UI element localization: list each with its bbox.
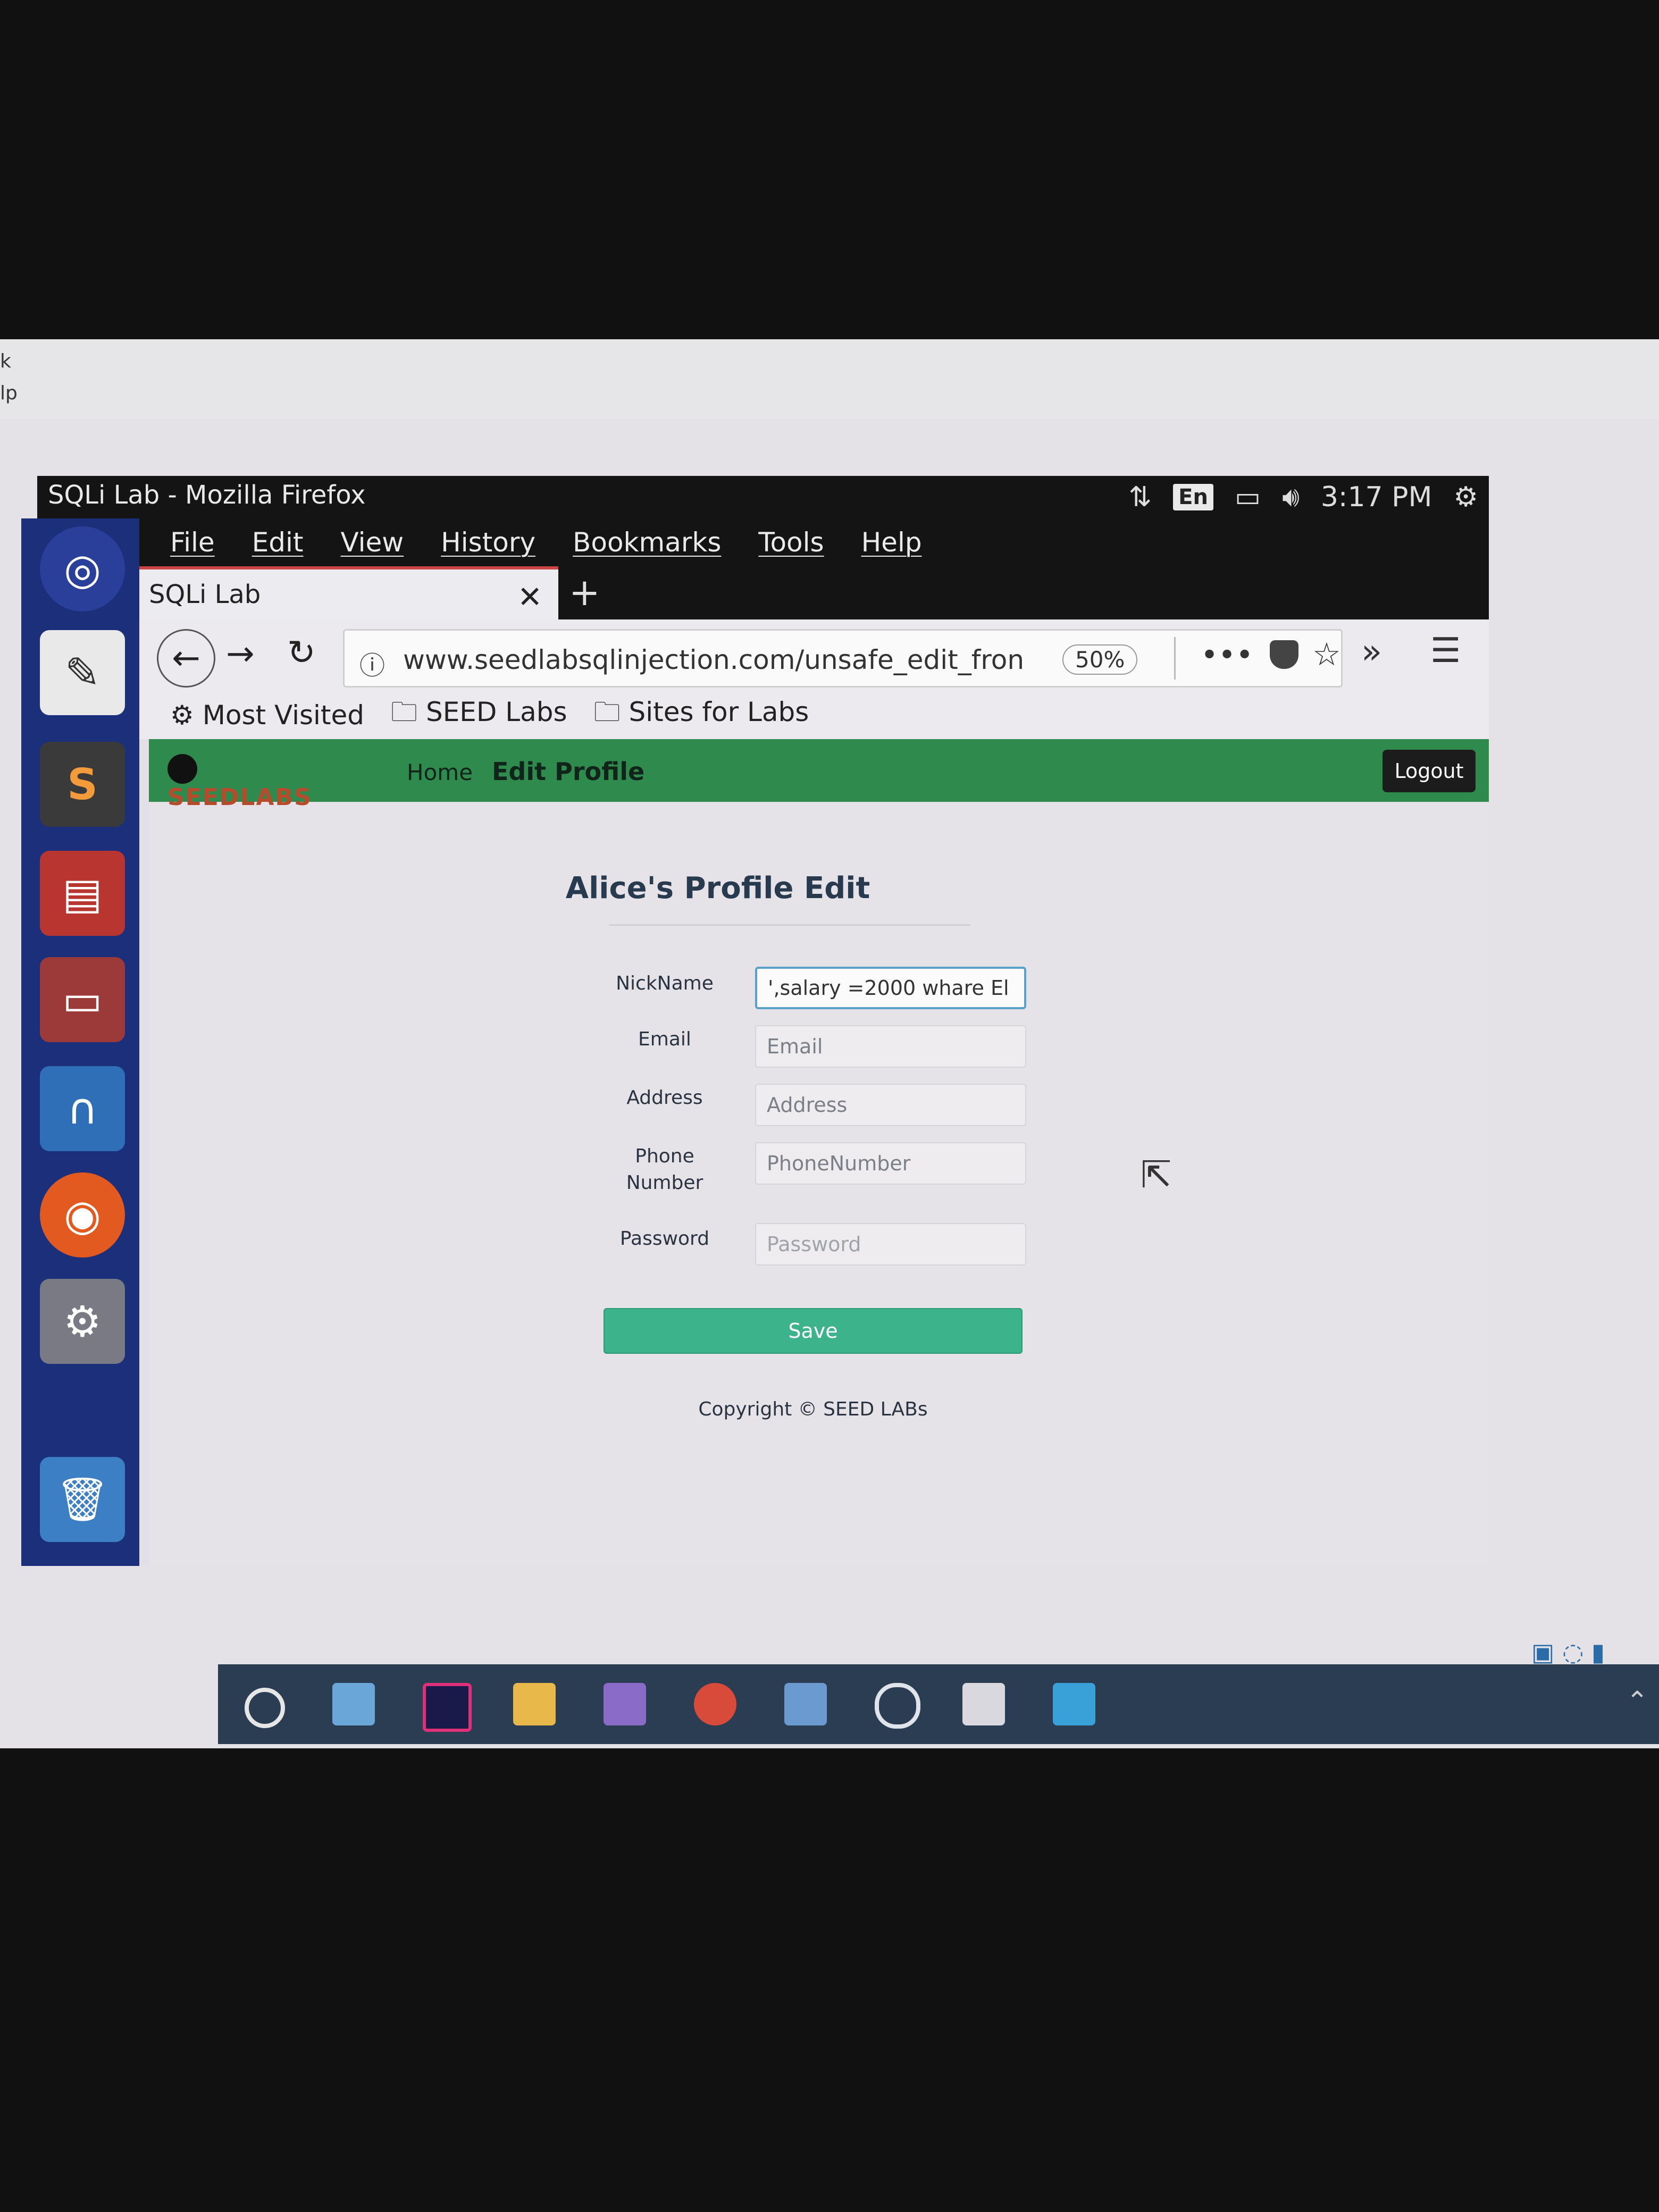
host-window-strip: [0, 339, 1659, 419]
address-input[interactable]: Address: [755, 1084, 1026, 1126]
address-label: Address: [626, 1087, 703, 1109]
gear-icon: ⚙: [170, 700, 203, 731]
folder-icon: 🗀: [391, 696, 426, 727]
logo-text: SEEDLABS: [167, 784, 312, 811]
password-label: Password: [619, 1228, 710, 1250]
url-bar-divider: [1174, 637, 1176, 680]
window-title: SQLi Lab - Mozilla Firefox: [48, 480, 366, 510]
volume-icon[interactable]: 🔊︎: [1282, 481, 1300, 514]
menu-edit[interactable]: Edit: [252, 527, 304, 558]
virtualbox-icon[interactable]: [784, 1683, 827, 1725]
tab-strip: SQLi Lab ✕ +: [133, 566, 1489, 619]
sublime-text-icon[interactable]: S: [40, 742, 125, 827]
this-pc-icon[interactable]: [332, 1683, 375, 1725]
close-tab-icon[interactable]: ✕: [517, 580, 542, 615]
text-editor-icon[interactable]: ✎: [40, 630, 125, 715]
menu-help[interactable]: Help: [861, 527, 922, 558]
hamburger-menu-icon[interactable]: ☰: [1430, 631, 1461, 671]
clock[interactable]: 3:17 PM: [1321, 481, 1432, 513]
new-tab-icon[interactable]: +: [569, 571, 600, 614]
battery-icon[interactable]: ▭: [1235, 481, 1261, 513]
file-explorer-icon[interactable]: [513, 1683, 556, 1725]
phone-number-input[interactable]: PhoneNumber: [755, 1142, 1026, 1185]
back-arrow-icon[interactable]: ←: [157, 629, 215, 688]
visual-studio-icon[interactable]: [604, 1683, 646, 1725]
media-player-icon[interactable]: [875, 1683, 920, 1729]
chrome-icon[interactable]: [694, 1683, 736, 1725]
ubuntu-launcher: ◎ ✎ S ▤ ▭ ∩ ◉ ⚙ 🗑︎: [21, 518, 139, 1566]
tab-title: SQLi Lab: [149, 580, 261, 609]
reload-icon[interactable]: ↻: [287, 633, 316, 673]
footer-copyright: Copyright © SEED LABs: [698, 1398, 928, 1420]
nickname-label: NickName: [616, 973, 714, 994]
bookmark-sites-for-labs[interactable]: 🗀 Sites for Labs: [594, 693, 809, 738]
logout-button[interactable]: Logout: [1382, 750, 1476, 792]
pocket-icon[interactable]: [1270, 640, 1298, 669]
menu-bar: File Edit View History Bookmarks Tools H…: [133, 518, 1489, 566]
tool-app-icon[interactable]: [962, 1683, 1005, 1725]
web-page: SEEDLABS Home Edit Profile Logout Alice'…: [149, 739, 1489, 1566]
nav-home-link[interactable]: Home: [407, 759, 473, 785]
photos-icon[interactable]: [1053, 1683, 1095, 1725]
bookmarks-toolbar: ⚙ Most Visited 🗀 SEED Labs 🗀 Sites for L…: [133, 691, 1489, 739]
url-bar[interactable]: ⓘ www.seedlabsqlinjection.com/unsafe_edi…: [343, 629, 1343, 688]
folder-icon: 🗀: [593, 696, 629, 727]
system-settings-icon[interactable]: ⚙: [40, 1279, 125, 1364]
mouse-cursor-icon: ⇱: [1141, 1153, 1172, 1196]
wireshark-icon[interactable]: ∩: [40, 1066, 125, 1151]
system-tray: ⇅ En ▭ 🔊︎ 3:17 PM ⚙: [1129, 476, 1489, 518]
keyboard-language-indicator[interactable]: En: [1173, 484, 1213, 510]
logo-mark-icon: [167, 754, 197, 784]
overflow-chevron-icon[interactable]: »: [1361, 632, 1382, 672]
page-title: Alice's Profile Edit: [565, 871, 870, 906]
page-actions-icon[interactable]: •••: [1201, 638, 1253, 673]
navigation-toolbar: ← → ↻ ⓘ www.seedlabsqlinjection.com/unsa…: [133, 619, 1489, 699]
bookmark-label: Sites for Labs: [629, 696, 809, 727]
password-input[interactable]: Password: [755, 1223, 1026, 1266]
url-text[interactable]: www.seedlabsqlinjection.com/unsafe_edit_…: [403, 644, 1041, 675]
nickname-input[interactable]: ',salary =2000 whare El: [755, 967, 1026, 1009]
cortana-search-icon[interactable]: [245, 1688, 285, 1728]
power-settings-icon[interactable]: ⚙: [1453, 481, 1478, 513]
zoom-level-badge[interactable]: 50%: [1062, 644, 1138, 675]
ubuntu-dash-icon[interactable]: ◎: [40, 526, 125, 611]
save-button[interactable]: Save: [604, 1308, 1023, 1354]
ubuntu-top-bar: SQLi Lab - Mozilla Firefox ⇅ En ▭ 🔊︎ 3:1…: [37, 476, 1489, 518]
host-tray-icons[interactable]: ▣ ◌ ▮: [1531, 1638, 1605, 1666]
email-label: Email: [638, 1028, 691, 1050]
menu-history[interactable]: History: [441, 527, 535, 558]
menu-bookmarks[interactable]: Bookmarks: [573, 527, 721, 558]
forward-arrow-icon[interactable]: →: [226, 634, 255, 674]
trash-icon[interactable]: 🗑︎: [40, 1457, 125, 1542]
bookmark-star-icon[interactable]: ☆: [1312, 636, 1341, 673]
network-icon[interactable]: ⇅: [1129, 481, 1152, 513]
phone-number-label: Phone Number: [626, 1145, 703, 1194]
menu-tools[interactable]: Tools: [758, 527, 824, 558]
menu-view[interactable]: View: [341, 527, 404, 558]
host-partial-text: k lp: [0, 346, 21, 409]
tab-sqli-lab[interactable]: SQLi Lab ✕: [133, 566, 558, 619]
site-info-icon[interactable]: ⓘ: [359, 644, 385, 682]
bookmark-seed-labs[interactable]: 🗀 SEED Labs: [391, 693, 567, 738]
email-input[interactable]: Email: [755, 1025, 1026, 1068]
host-partial-text-line: k: [0, 350, 11, 372]
bookmark-label: Most Visited: [202, 700, 365, 731]
title-divider: [609, 924, 970, 926]
firefox-icon[interactable]: ◉: [40, 1172, 125, 1258]
seed-labs-logo[interactable]: SEEDLABS: [167, 754, 338, 811]
host-partial-text-line: lp: [0, 382, 18, 404]
nav-edit-profile-link[interactable]: Edit Profile: [492, 757, 644, 786]
bookmark-label: SEED Labs: [425, 696, 567, 727]
file-manager-icon[interactable]: ▭: [40, 957, 125, 1042]
terminal-icon[interactable]: ▤: [40, 851, 125, 936]
windows-taskbar: ⌃: [218, 1664, 1659, 1744]
intellij-icon[interactable]: [423, 1683, 472, 1732]
menu-file[interactable]: File: [170, 527, 215, 558]
bookmark-most-visited[interactable]: ⚙ Most Visited: [170, 700, 364, 731]
show-hidden-icons-chevron-icon[interactable]: ⌃: [1626, 1686, 1648, 1716]
site-navbar: SEEDLABS Home Edit Profile Logout: [149, 739, 1489, 811]
